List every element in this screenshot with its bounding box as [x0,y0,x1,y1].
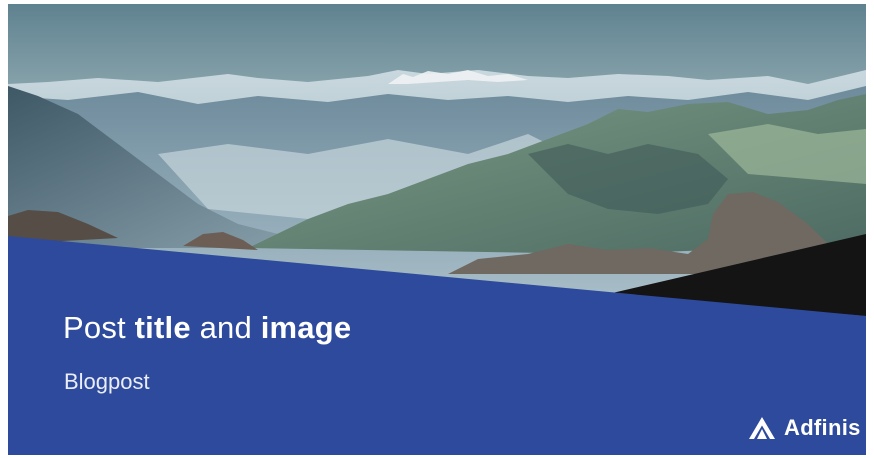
brand-name: Adfinis [784,415,861,440]
post-category: Blogpost [64,369,150,394]
blog-post-card: Post title and image Blogpost Adfinis [8,4,866,455]
adfinis-logo: Adfinis [748,416,861,440]
adfinis-logo-icon [749,417,775,439]
post-title: Post title and image [63,310,352,345]
